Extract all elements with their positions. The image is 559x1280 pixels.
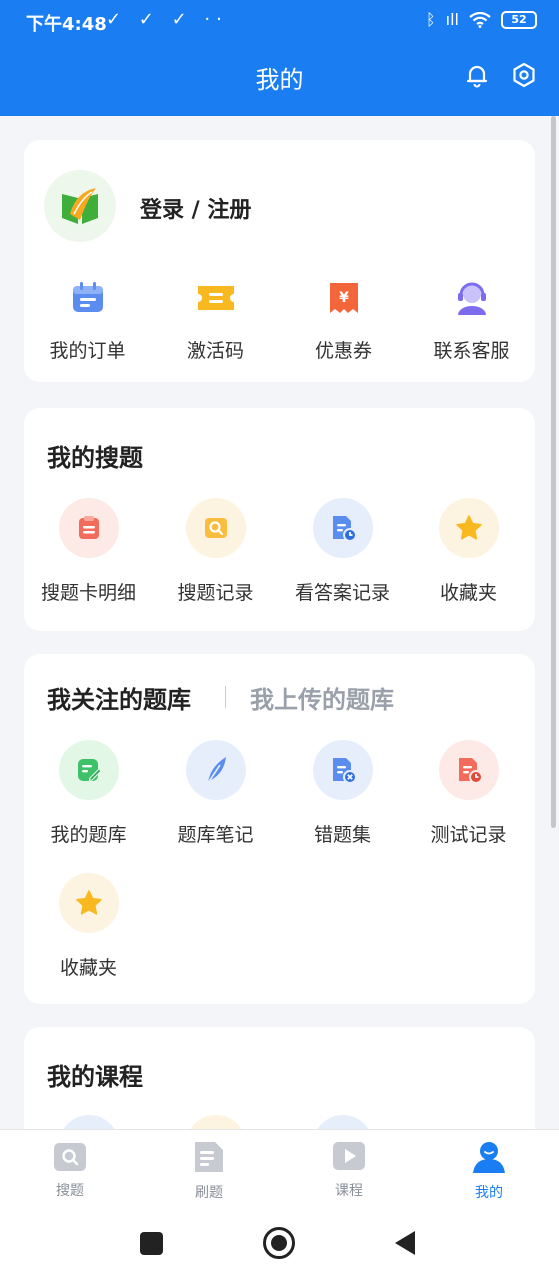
activation-code-label: 激活码	[186, 340, 244, 362]
profile-card: 登录 / 注册 我的订单 激活码 ¥ 优惠券 联系客服	[24, 140, 535, 382]
app-header: 下午4:48 ✓ ✓ ✓ ·· ᛒ ıll 52 我的	[0, 0, 559, 116]
bottom-tab-bar: 搜题 刷题 课程 我的	[0, 1129, 559, 1209]
wrong-questions-label: 错题集	[313, 824, 371, 846]
play-tab-icon	[333, 1142, 365, 1170]
my-bank-button[interactable]: 我的题库	[25, 740, 152, 847]
coupon-label: 优惠券	[314, 340, 372, 362]
course-item-circle	[186, 1115, 246, 1129]
login-register-link[interactable]: 登录 / 注册	[140, 192, 251, 224]
edit-note-icon	[58, 740, 119, 800]
battery-icon: 52	[501, 10, 537, 29]
my-search-card: 我的搜题 搜题卡明细 搜题记录 看答案记录 收藏夹	[24, 408, 535, 631]
tab-practice[interactable]: 刷题	[169, 1140, 249, 1202]
system-nav-bar	[0, 1209, 559, 1280]
star-icon	[438, 498, 499, 558]
bank-notes-label: 题库笔记	[177, 824, 254, 846]
wifi-icon	[469, 11, 491, 28]
back-button[interactable]	[393, 1230, 417, 1256]
coupon-icon: ¥	[322, 276, 366, 320]
bank-notes-button[interactable]: 题库笔记	[152, 740, 279, 847]
headset-icon	[450, 276, 494, 320]
status-time: 下午4:48	[26, 14, 107, 35]
home-button[interactable]	[263, 1227, 295, 1259]
favorites-label: 收藏夹	[439, 582, 497, 604]
scrollbar[interactable]	[551, 116, 556, 828]
course-item-circle	[313, 1115, 373, 1129]
ticket-icon	[194, 276, 238, 320]
wrong-questions-button[interactable]: 错题集	[279, 740, 406, 847]
my-orders-button[interactable]: 我的订单	[24, 276, 151, 363]
activation-code-button[interactable]: 激活码	[152, 276, 279, 363]
question-bank-card: 我关注的题库 我上传的题库 我的题库 题库笔记 错题集 测试记录 收藏夹	[24, 654, 535, 1004]
tab-practice-label: 刷题	[195, 1185, 223, 1201]
document-x-icon	[312, 740, 373, 800]
bank-favorites-button[interactable]: 收藏夹	[25, 873, 152, 980]
search-card-detail-button[interactable]: 搜题卡明细	[25, 498, 152, 605]
gear-icon[interactable]	[511, 62, 537, 88]
search-record-icon	[185, 498, 246, 558]
status-right: ᛒ ıll 52	[426, 10, 537, 29]
document-tab-icon	[195, 1142, 223, 1172]
customer-service-label: 联系客服	[433, 340, 510, 362]
bell-icon[interactable]	[464, 62, 490, 88]
my-search-title: 我的搜题	[47, 444, 143, 472]
coupon-button[interactable]: ¥ 优惠券	[280, 276, 407, 363]
document-clock-icon	[312, 498, 373, 558]
customer-service-button[interactable]: 联系客服	[408, 276, 535, 363]
my-courses-title: 我的课程	[47, 1063, 143, 1091]
course-item-circle	[59, 1115, 119, 1129]
signal-icon: ıll	[445, 10, 459, 29]
favorites-button[interactable]: 收藏夹	[405, 498, 532, 605]
tab-divider	[225, 686, 226, 708]
avatar[interactable]	[44, 170, 116, 242]
notification-icons: ✓ ✓ ✓ ··	[106, 9, 228, 30]
clipboard-icon	[58, 498, 119, 558]
search-tab-icon	[54, 1143, 86, 1171]
star-icon	[58, 873, 119, 933]
calendar-icon	[66, 276, 110, 320]
feather-icon	[185, 740, 246, 800]
tab-me-label: 我的	[475, 1185, 503, 1201]
document-clock-icon	[438, 740, 499, 800]
bluetooth-icon: ᛒ	[426, 10, 436, 29]
svg-text:¥: ¥	[339, 290, 349, 306]
test-records-label: 测试记录	[430, 824, 507, 846]
tab-search-label: 搜题	[56, 1183, 84, 1199]
tab-followed-banks[interactable]: 我关注的题库	[47, 680, 191, 715]
search-card-detail-label: 搜题卡明细	[40, 582, 136, 604]
my-courses-card: 我的课程	[24, 1027, 535, 1129]
tab-search[interactable]: 搜题	[30, 1140, 110, 1200]
app-logo-icon	[62, 188, 98, 224]
recents-button[interactable]	[140, 1232, 163, 1255]
bank-favorites-label: 收藏夹	[59, 957, 117, 979]
user-tab-icon	[473, 1142, 505, 1173]
tab-courses[interactable]: 课程	[309, 1140, 389, 1200]
my-orders-label: 我的订单	[49, 340, 126, 362]
home-button-dot	[271, 1235, 287, 1251]
my-bank-label: 我的题库	[50, 824, 127, 846]
search-history-label: 搜题记录	[177, 582, 254, 604]
search-history-button[interactable]: 搜题记录	[152, 498, 279, 605]
answer-history-button[interactable]: 看答案记录	[279, 498, 406, 605]
content-scroll[interactable]: 登录 / 注册 我的订单 激活码 ¥ 优惠券 联系客服 我的搜题 搜题卡明细 搜…	[0, 116, 559, 1129]
status-bar: 下午4:48 ✓ ✓ ✓ ·· ᛒ ıll 52	[0, 0, 559, 42]
tab-uploaded-banks[interactable]: 我上传的题库	[250, 680, 394, 715]
answer-history-label: 看答案记录	[294, 582, 390, 604]
tab-me[interactable]: 我的	[449, 1140, 529, 1202]
test-records-button[interactable]: 测试记录	[405, 740, 532, 847]
tab-courses-label: 课程	[335, 1183, 363, 1199]
